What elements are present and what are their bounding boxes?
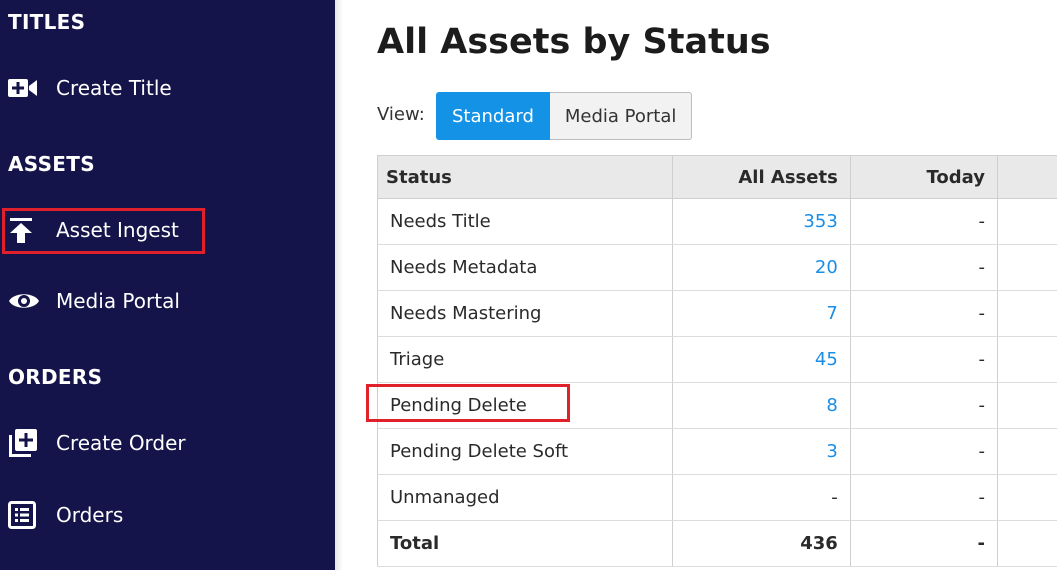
row-all-assets-link[interactable]: 353: [672, 198, 851, 245]
total-label: Total: [377, 520, 673, 567]
row-extra: [997, 336, 1057, 383]
row-today: -: [850, 198, 998, 245]
column-header-extra: [997, 155, 1057, 199]
add-box-icon: [8, 427, 40, 459]
table-header-row: Status All Assets Today: [377, 155, 1057, 199]
view-toggle-group: Standard Media Portal: [436, 92, 693, 140]
sidebar-item-label: Create Title: [56, 76, 172, 100]
section-title-orders: ORDERS: [8, 365, 103, 389]
column-header-all-assets[interactable]: All Assets: [672, 155, 851, 199]
list-icon: [8, 499, 40, 531]
row-all-assets: -: [672, 474, 851, 521]
row-today: -: [850, 428, 998, 475]
sidebar-item-orders[interactable]: Orders: [8, 495, 123, 535]
total-today: -: [850, 520, 998, 567]
column-header-status[interactable]: Status: [377, 155, 673, 199]
assets-status-table: Status All Assets Today Needs Title 353 …: [377, 155, 1057, 567]
row-extra: [997, 244, 1057, 291]
row-all-assets-link[interactable]: 7: [672, 290, 851, 337]
sidebar: TITLES Create Title ASSETS Asset Ingest: [0, 0, 343, 570]
row-today: -: [850, 290, 998, 337]
sidebar-item-media-portal[interactable]: Media Portal: [8, 281, 180, 321]
row-all-assets-link[interactable]: 45: [672, 336, 851, 383]
table-row: Triage 45 -: [377, 336, 1057, 383]
sidebar-item-label: Media Portal: [56, 289, 180, 313]
row-extra: [997, 520, 1057, 567]
highlight-box: [2, 208, 205, 254]
sidebar-item-label: Orders: [56, 503, 124, 527]
row-extra: [997, 382, 1057, 429]
row-status: Triage: [377, 336, 673, 383]
table-row: Pending Delete Soft 3 -: [377, 428, 1057, 475]
video-plus-icon: [8, 72, 40, 104]
row-status: Unmanaged: [377, 474, 673, 521]
view-media-portal-button[interactable]: Media Portal: [549, 92, 693, 140]
column-header-today[interactable]: Today: [850, 155, 998, 199]
table-row: Needs Metadata 20 -: [377, 244, 1057, 291]
section-title-titles: TITLES: [8, 10, 86, 34]
row-all-assets-link[interactable]: 3: [672, 428, 851, 475]
view-label: View:: [377, 104, 425, 125]
row-extra: [997, 474, 1057, 521]
table-row: Needs Mastering 7 -: [377, 290, 1057, 337]
section-title-assets: ASSETS: [8, 152, 95, 176]
eye-icon: [8, 285, 40, 317]
row-all-assets-link[interactable]: 20: [672, 244, 851, 291]
row-today: -: [850, 382, 998, 429]
table-total-row: Total 436 -: [377, 520, 1057, 567]
main-content: All Assets by Status View: Standard Medi…: [335, 0, 1057, 570]
row-today: -: [850, 336, 998, 383]
row-extra: [997, 428, 1057, 475]
table-row: Needs Title 353 -: [377, 198, 1057, 245]
row-status: Pending Delete Soft: [377, 428, 673, 475]
sidebar-item-label: Create Order: [56, 431, 186, 455]
highlight-box: [366, 384, 570, 422]
total-all-assets: 436: [672, 520, 851, 567]
row-extra: [997, 290, 1057, 337]
row-status: Needs Title: [377, 198, 673, 245]
row-today: -: [850, 244, 998, 291]
row-extra: [997, 198, 1057, 245]
sidebar-item-create-title[interactable]: Create Title: [8, 68, 172, 108]
row-status: Needs Metadata: [377, 244, 673, 291]
page-title: All Assets by Status: [377, 22, 771, 62]
table-row: Unmanaged - -: [377, 474, 1057, 521]
row-today: -: [850, 474, 998, 521]
sidebar-item-create-order[interactable]: Create Order: [8, 423, 186, 463]
row-all-assets-link[interactable]: 8: [672, 382, 851, 429]
view-standard-button[interactable]: Standard: [436, 92, 550, 140]
row-status: Needs Mastering: [377, 290, 673, 337]
